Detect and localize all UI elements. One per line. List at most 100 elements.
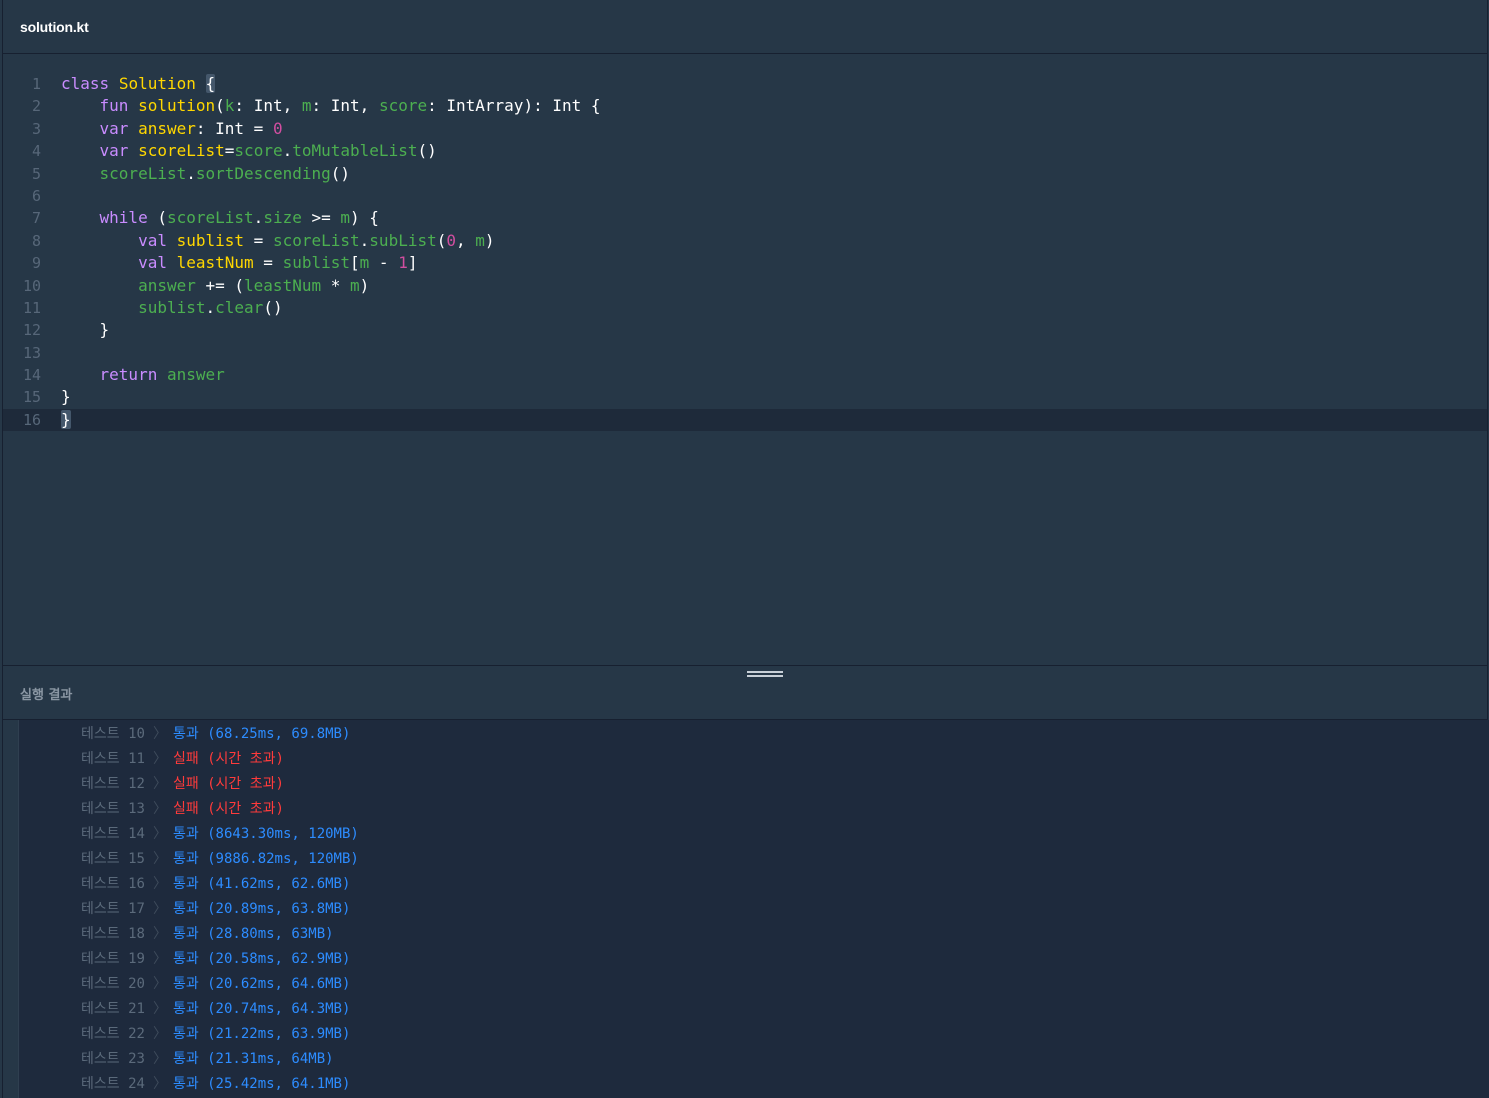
line-number: 16 (22, 410, 41, 429)
test-status: 통과 (20.74ms, 64.3MB) (172, 1001, 351, 1017)
code-line[interactable]: 15} (3, 386, 1487, 408)
code-text[interactable]: fun solution(k: Int, m: Int, score: IntA… (61, 95, 601, 117)
test-status: 통과 (21.31ms, 64MB) (172, 1051, 334, 1067)
test-label: 테스트 11 (81, 751, 145, 767)
test-label: 테스트 13 (81, 801, 145, 817)
code-line[interactable]: 4 var scoreList=score.toMutableList() (3, 140, 1487, 162)
test-status: 통과 (21.22ms, 63.9MB) (172, 1026, 351, 1042)
chevron-right-icon: 〉 (152, 801, 167, 817)
code-text[interactable]: } (61, 319, 110, 341)
code-text[interactable]: return answer (61, 364, 225, 386)
chevron-right-icon: 〉 (152, 951, 167, 967)
test-result-row: 테스트 13 〉 실패 (시간 초과) (81, 797, 359, 822)
test-result-row: 테스트 23 〉 통과 (21.31ms, 64MB) (81, 1047, 359, 1072)
line-number: 15 (22, 388, 41, 407)
line-number: 13 (22, 343, 41, 362)
test-status: 통과 (20.58ms, 62.9MB) (172, 951, 351, 967)
code-text[interactable]: scoreList.sortDescending() (61, 163, 350, 185)
test-status: 통과 (8643.30ms, 120MB) (172, 826, 359, 842)
code-text[interactable]: val sublist = scoreList.subList(0, m) (61, 230, 495, 252)
test-result-row: 테스트 10 〉 통과 (68.25ms, 69.8MB) (81, 722, 359, 747)
test-status: 실패 (시간 초과) (172, 801, 284, 817)
chevron-right-icon: 〉 (152, 751, 167, 767)
test-label: 테스트 14 (81, 826, 145, 842)
code-line[interactable]: 6 (3, 185, 1487, 207)
test-label: 테스트 21 (81, 1001, 145, 1017)
code-text[interactable]: answer += (leastNum * m) (61, 275, 369, 297)
chevron-right-icon: 〉 (152, 776, 167, 792)
code-area[interactable]: 1 class Solution { 2 fun solution(k: Int,… (3, 73, 1487, 432)
test-status: 실패 (시간 초과) (172, 776, 284, 792)
test-status: 통과 (68.25ms, 69.8MB) (172, 726, 351, 742)
chevron-right-icon: 〉 (152, 926, 167, 942)
results-title: 실행 결과 (20, 688, 73, 703)
test-status: 통과 (28.80ms, 63MB) (172, 926, 334, 942)
code-line[interactable]: 13 (3, 342, 1487, 364)
line-number: 5 (31, 164, 41, 183)
test-result-row: 테스트 15 〉 통과 (9886.82ms, 120MB) (81, 847, 359, 872)
test-label: 테스트 24 (81, 1076, 145, 1092)
test-result-row: 테스트 14 〉 통과 (8643.30ms, 120MB) (81, 822, 359, 847)
code-line[interactable]: 9 val leastNum = sublist[m - 1] (3, 252, 1487, 274)
code-text[interactable]: var scoreList=score.toMutableList() (61, 140, 437, 162)
chevron-right-icon: 〉 (152, 826, 167, 842)
test-result-row: 테스트 19 〉 통과 (20.58ms, 62.9MB) (81, 947, 359, 972)
code-text[interactable]: sublist.clear() (61, 297, 283, 319)
test-label: 테스트 20 (81, 976, 145, 992)
results-output[interactable]: 테스트 10 〉 통과 (68.25ms, 69.8MB) 테스트 11 〉 실패 (시… (18, 720, 1489, 1098)
line-number: 3 (31, 119, 41, 138)
code-text[interactable]: while (scoreList.size >= m) { (61, 207, 379, 229)
test-result-row: 테스트 20 〉 통과 (20.62ms, 64.6MB) (81, 972, 359, 997)
code-line[interactable]: 8 val sublist = scoreList.subList(0, m) (3, 230, 1487, 252)
code-text[interactable]: val leastNum = sublist[m - 1] (61, 252, 417, 274)
results-panel-header: 실행 결과 (3, 665, 1487, 720)
line-number: 7 (31, 209, 41, 228)
test-label: 테스트 17 (81, 901, 145, 917)
test-result-row: 테스트 24 〉 통과 (25.42ms, 64.1MB) (81, 1072, 359, 1097)
code-line[interactable]: 3 var answer: Int = 0 (3, 118, 1487, 140)
code-line[interactable]: 14 return answer (3, 364, 1487, 386)
code-editor[interactable]: 1 class Solution { 2 fun solution(k: Int,… (3, 54, 1487, 665)
chevron-right-icon: 〉 (152, 1001, 167, 1017)
chevron-right-icon: 〉 (152, 851, 167, 867)
code-line[interactable]: 5 scoreList.sortDescending() (3, 163, 1487, 185)
test-label: 테스트 23 (81, 1051, 145, 1067)
drag-handle-icon[interactable] (747, 671, 783, 679)
code-text[interactable]: var answer: Int = 0 (61, 118, 283, 140)
code-line-active[interactable]: 16} (3, 408, 1487, 432)
code-text[interactable]: class Solution { (61, 73, 216, 95)
line-number: 8 (31, 231, 41, 250)
test-status: 통과 (41.62ms, 62.6MB) (172, 876, 351, 892)
code-line[interactable]: 1 class Solution { (3, 73, 1487, 95)
test-result-row: 테스트 16 〉 통과 (41.62ms, 62.6MB) (81, 872, 359, 897)
test-result-row: 테스트 18 〉 통과 (28.80ms, 63MB) (81, 922, 359, 947)
chevron-right-icon: 〉 (152, 1076, 167, 1092)
results-list: 테스트 10 〉 통과 (68.25ms, 69.8MB) 테스트 11 〉 실패 (시… (81, 722, 359, 1097)
code-text[interactable]: } (61, 386, 71, 408)
code-line[interactable]: 12 } (3, 319, 1487, 341)
test-label: 테스트 22 (81, 1026, 145, 1042)
test-result-row: 테스트 12 〉 실패 (시간 초과) (81, 772, 359, 797)
test-result-row: 테스트 21 〉 통과 (20.74ms, 64.3MB) (81, 997, 359, 1022)
chevron-right-icon: 〉 (152, 1051, 167, 1067)
test-status: 통과 (20.62ms, 64.6MB) (172, 976, 351, 992)
code-line[interactable]: 11 sublist.clear() (3, 297, 1487, 319)
test-status: 통과 (20.89ms, 63.8MB) (172, 901, 351, 917)
editor-tab-bar: solution.kt (3, 0, 1487, 54)
line-number: 9 (31, 254, 41, 273)
line-number: 1 (31, 75, 41, 93)
chevron-right-icon: 〉 (152, 901, 167, 917)
line-number: 4 (31, 142, 41, 161)
code-line[interactable]: 10 answer += (leastNum * m) (3, 275, 1487, 297)
test-label: 테스트 19 (81, 951, 145, 967)
line-number: 14 (22, 366, 41, 385)
line-number: 12 (22, 321, 41, 340)
code-line[interactable]: 7 while (scoreList.size >= m) { (3, 207, 1487, 229)
chevron-right-icon: 〉 (152, 976, 167, 992)
file-tab[interactable]: solution.kt (20, 19, 89, 35)
test-label: 테스트 10 (81, 726, 145, 742)
code-line[interactable]: 2 fun solution(k: Int, m: Int, score: In… (3, 95, 1487, 117)
test-result-row: 테스트 11 〉 실패 (시간 초과) (81, 747, 359, 772)
test-status: 실패 (시간 초과) (172, 751, 284, 767)
code-text[interactable]: } (61, 409, 71, 431)
